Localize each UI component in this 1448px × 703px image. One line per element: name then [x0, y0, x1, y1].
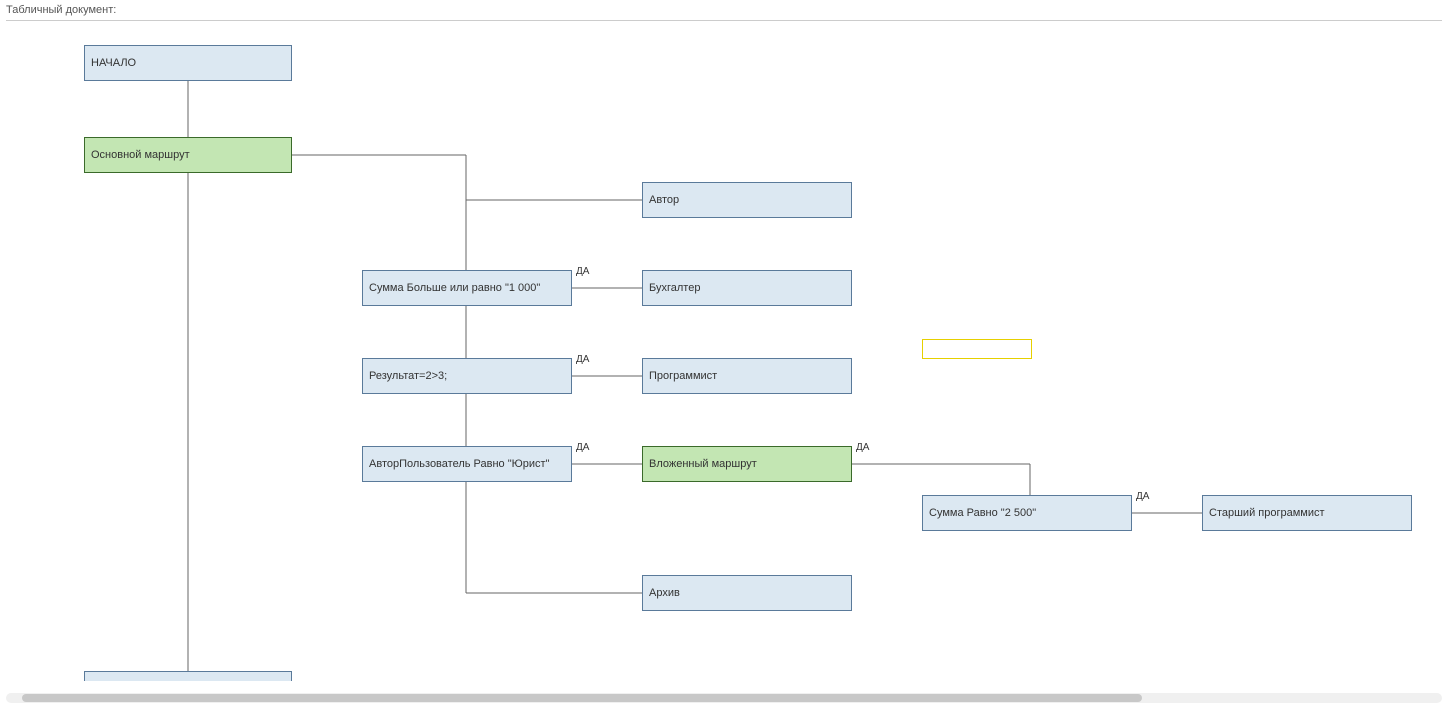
node-cond-sum-1000-label: Сумма Больше или равно "1 000" — [369, 282, 540, 294]
node-programmer[interactable]: Программист — [642, 358, 852, 394]
node-start-label: НАЧАЛО — [91, 57, 136, 69]
horizontal-scrollbar[interactable] — [6, 693, 1442, 703]
node-senior-programmer[interactable]: Старший программист — [1202, 495, 1412, 531]
node-main-route-label: Основной маршрут — [91, 149, 190, 161]
node-start[interactable]: НАЧАЛО — [84, 45, 292, 81]
node-accountant-label: Бухгалтер — [649, 282, 700, 294]
node-end[interactable]: КОНЕЦ — [84, 671, 292, 681]
node-author[interactable]: Автор — [642, 182, 852, 218]
edge-yes-5: ДА — [1136, 491, 1149, 502]
node-archive[interactable]: Архив — [642, 575, 852, 611]
node-author-label: Автор — [649, 194, 679, 206]
flowchart-canvas[interactable]: НАЧАЛО Основной маршрут Автор Сумма Боль… — [6, 21, 1442, 681]
node-cond-result-label: Результат=2>3; — [369, 370, 447, 382]
scrollbar-thumb[interactable] — [22, 694, 1142, 702]
node-cond-sum-2500[interactable]: Сумма Равно "2 500" — [922, 495, 1132, 531]
selected-cell[interactable] — [922, 339, 1032, 359]
document-canvas-wrapper: НАЧАЛО Основной маршрут Автор Сумма Боль… — [6, 20, 1442, 681]
node-nested-route-label: Вложенный маршрут — [649, 458, 757, 470]
node-nested-route[interactable]: Вложенный маршрут — [642, 446, 852, 482]
node-cond-sum-1000[interactable]: Сумма Больше или равно "1 000" — [362, 270, 572, 306]
node-accountant[interactable]: Бухгалтер — [642, 270, 852, 306]
node-archive-label: Архив — [649, 587, 680, 599]
node-main-route[interactable]: Основной маршрут — [84, 137, 292, 173]
edge-yes-4: ДА — [856, 442, 869, 453]
node-cond-author-lawyer-label: АвторПользователь Равно "Юрист" — [369, 458, 549, 470]
node-cond-author-lawyer[interactable]: АвторПользователь Равно "Юрист" — [362, 446, 572, 482]
edge-yes-3: ДА — [576, 442, 589, 453]
page-title: Табличный документ: — [0, 0, 1448, 20]
node-cond-result[interactable]: Результат=2>3; — [362, 358, 572, 394]
edge-yes-1: ДА — [576, 266, 589, 277]
edge-yes-2: ДА — [576, 354, 589, 365]
node-senior-programmer-label: Старший программист — [1209, 507, 1325, 519]
node-programmer-label: Программист — [649, 370, 717, 382]
node-cond-sum-2500-label: Сумма Равно "2 500" — [929, 507, 1036, 519]
